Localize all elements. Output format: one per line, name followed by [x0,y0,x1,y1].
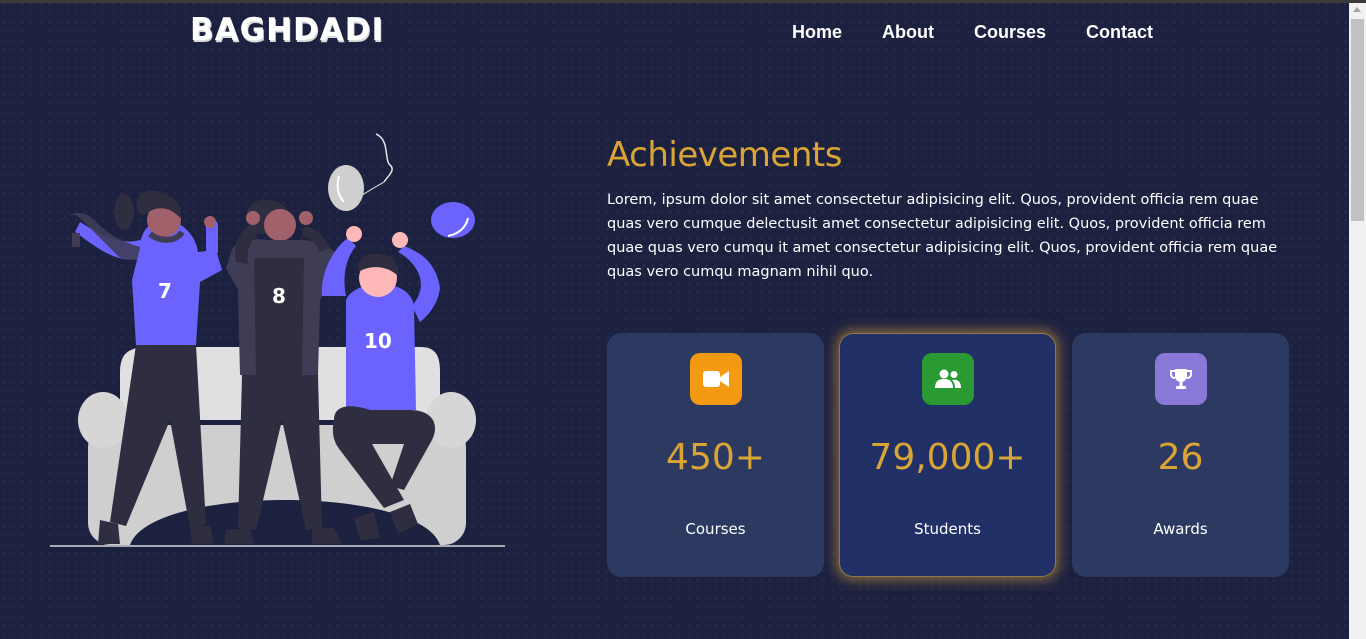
stat-value: 26 [1157,437,1204,478]
trophy-icon [1154,353,1207,405]
stat-card-awards[interactable]: 26 Awards [1072,333,1289,577]
users-icon [921,353,974,405]
stat-value: 450+ [666,437,765,478]
stat-card-courses[interactable]: 450+ Courses [607,333,824,577]
celebrating-friends-illustration: 7 8 10 [50,133,505,547]
jersey-number-8: 8 [272,284,286,308]
stat-value: 79,000+ [869,437,1026,478]
stat-label: Students [914,520,981,538]
scrollbar-thumb[interactable] [1351,19,1364,221]
brand-logo[interactable]: BAGHDADI [190,12,384,48]
stat-label: Courses [685,520,746,538]
nav-home-link[interactable]: Home [792,22,842,43]
achievements-description: Lorem, ipsum dolor sit amet consectetur … [607,192,1278,280]
stat-card-students[interactable]: 79,000+ Students [839,333,1056,577]
stat-label: Awards [1153,520,1208,538]
window-top-border [0,0,1366,3]
nav-contact-link[interactable]: Contact [1086,22,1153,43]
jersey-number-7: 7 [158,279,172,303]
main-nav: Home About Courses Contact [792,22,1153,43]
vertical-scrollbar[interactable] [1349,3,1366,639]
scroll-up-arrow-icon[interactable] [1353,7,1361,12]
nav-about-link[interactable]: About [882,22,934,43]
achievements-title: Achievements [607,135,842,175]
nav-courses-link[interactable]: Courses [974,22,1046,43]
video-camera-icon [689,353,742,405]
jersey-number-10: 10 [364,329,392,353]
